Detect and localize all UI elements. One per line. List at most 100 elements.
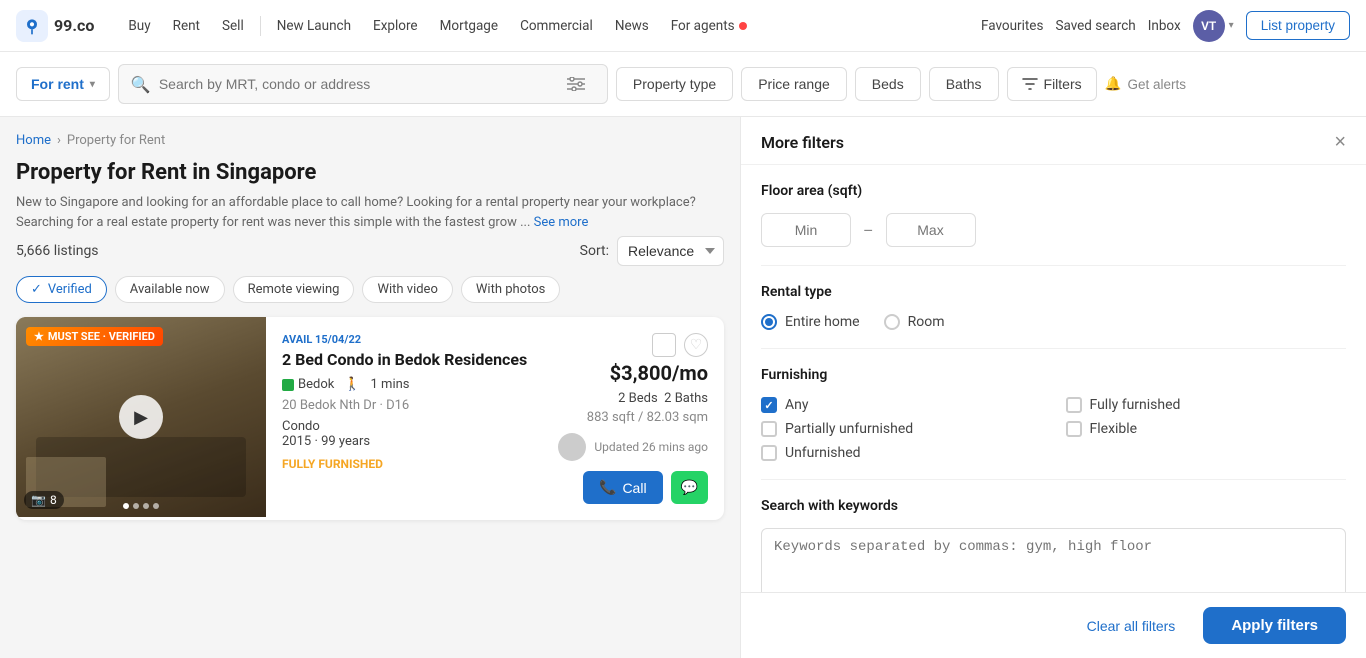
logo[interactable]: 99.co: [16, 10, 94, 42]
floor-max-input[interactable]: [886, 213, 976, 247]
nav-explore[interactable]: Explore: [363, 12, 428, 40]
img-dot: [133, 503, 139, 509]
filter-panel: More filters × Floor area (sqft) – Renta…: [740, 117, 1366, 658]
search-filter-buttons: Property type Price range Beds Baths Fil…: [616, 67, 1186, 101]
card-favourite-button[interactable]: ♡: [684, 333, 708, 357]
filter-tag-remote-viewing[interactable]: Remote viewing: [233, 276, 355, 303]
card-type: Condo 2015 · 99 years: [282, 419, 558, 449]
beds-button[interactable]: Beds: [855, 67, 921, 101]
photo-count: 📷 8: [24, 491, 64, 509]
see-more-link[interactable]: See more: [534, 215, 589, 230]
breadcrumb-current: Property for Rent: [67, 133, 165, 148]
nav-favourites[interactable]: Favourites: [981, 18, 1043, 34]
left-panel: Home › Property for Rent Property for Re…: [0, 117, 740, 658]
play-button[interactable]: ▶: [119, 395, 163, 439]
rental-type-label: Rental type: [761, 284, 1346, 300]
nav-saved-search[interactable]: Saved search: [1055, 18, 1135, 34]
clear-filters-button[interactable]: Clear all filters: [1071, 610, 1192, 642]
floor-min-input[interactable]: [761, 213, 851, 247]
list-property-button[interactable]: List property: [1246, 11, 1350, 40]
nav-inbox[interactable]: Inbox: [1148, 18, 1181, 34]
logo-text: 99.co: [54, 16, 94, 35]
property-type-button[interactable]: Property type: [616, 67, 733, 101]
card-title[interactable]: 2 Bed Condo in Bedok Residences: [282, 350, 558, 369]
nav-rent[interactable]: Rent: [163, 12, 210, 40]
agent-info: [558, 433, 586, 461]
radio-room: [884, 314, 900, 330]
sort-controls: Sort: Relevance: [580, 236, 724, 266]
nav-sell[interactable]: Sell: [212, 12, 254, 40]
card-compare-checkbox[interactable]: [652, 333, 676, 357]
notification-dot: [739, 22, 747, 30]
filter-panel-header: More filters ×: [741, 117, 1366, 165]
filter-panel-body: Floor area (sqft) – Rental type Entire h…: [741, 165, 1366, 592]
keywords-section: Search with keywords: [761, 480, 1346, 592]
floor-area-section: Floor area (sqft) –: [761, 165, 1346, 266]
floor-dash: –: [863, 221, 874, 240]
checkbox-fully-furnished: [1066, 397, 1082, 413]
page-description: New to Singapore and looking for an affo…: [16, 193, 724, 232]
card-image-wrapper: ★ MUST SEE · VERIFIED ▶ 📷 8: [16, 317, 266, 517]
search-input-wrap: 🔍: [118, 64, 608, 104]
furnishing-section: Furnishing Any Fully furnished Partially…: [761, 349, 1346, 480]
search-input[interactable]: [159, 76, 553, 92]
card-price-area: ♡ $3,800/mo 2 Beds 2 Baths 883 sqft / 82…: [558, 333, 708, 504]
filters-button[interactable]: Filters: [1007, 67, 1097, 101]
furnishing-unfurnished[interactable]: Unfurnished: [761, 445, 1042, 461]
get-alerts-button[interactable]: 🔔 Get alerts: [1105, 76, 1186, 92]
nav-divider-1: [260, 16, 261, 36]
furnishing-any[interactable]: Any: [761, 397, 1042, 413]
nav-mortgage[interactable]: Mortgage: [430, 12, 508, 40]
chevron-down-icon: ▾: [90, 79, 95, 90]
price-range-button[interactable]: Price range: [741, 67, 847, 101]
listing-card: ★ MUST SEE · VERIFIED ▶ 📷 8: [16, 317, 724, 520]
image-dots: [123, 503, 159, 509]
baths-button[interactable]: Baths: [929, 67, 999, 101]
checkbox-flexible: [1066, 421, 1082, 437]
card-updated: Updated 26 mins ago: [594, 440, 708, 454]
keywords-input[interactable]: [761, 528, 1346, 592]
whatsapp-button[interactable]: 💬: [671, 471, 708, 504]
filter-tag-available-now[interactable]: Available now: [115, 276, 225, 303]
floor-area-row: –: [761, 213, 1346, 247]
card-beds-baths: 2 Beds 2 Baths: [558, 391, 708, 406]
search-bar: For rent ▾ 🔍 Property type Price range B…: [0, 52, 1366, 117]
listings-count: 5,666 listings: [16, 243, 99, 259]
floor-area-label: Floor area (sqft): [761, 183, 1346, 199]
furnishing-partially-unfurnished[interactable]: Partially unfurnished: [761, 421, 1042, 437]
chevron-down-icon: ▾: [1229, 20, 1234, 31]
mrt-badge: [282, 379, 294, 391]
filter-tag-verified[interactable]: ✓ Verified: [16, 276, 107, 303]
checkbox-unfurnished: [761, 445, 777, 461]
filter-lines-button[interactable]: [557, 65, 595, 103]
nav-for-agents[interactable]: For agents: [661, 12, 757, 40]
user-avatar: VT: [1193, 10, 1225, 42]
close-button[interactable]: ×: [1334, 131, 1346, 154]
furnishing-flexible[interactable]: Flexible: [1066, 421, 1347, 437]
nav-commercial[interactable]: Commercial: [510, 12, 603, 40]
filter-tag-with-video[interactable]: With video: [362, 276, 452, 303]
user-menu[interactable]: VT ▾: [1193, 10, 1234, 42]
rental-type-section: Rental type Entire home Room: [761, 266, 1346, 349]
nav-new-launch[interactable]: New Launch: [267, 12, 361, 40]
walk-icon: 🚶: [344, 377, 360, 392]
sort-label: Sort:: [580, 243, 609, 259]
rental-type-room[interactable]: Room: [884, 314, 945, 330]
sort-row: 5,666 listings Sort: Relevance: [16, 236, 724, 266]
breadcrumb-home[interactable]: Home: [16, 133, 51, 148]
card-availability: AVAIL 15/04/22: [282, 333, 558, 346]
for-rent-button[interactable]: For rent ▾: [16, 67, 110, 101]
breadcrumb-chevron: ›: [57, 133, 61, 148]
nav-news[interactable]: News: [605, 12, 659, 40]
filter-tag-with-photos[interactable]: With photos: [461, 276, 560, 303]
sort-select[interactable]: Relevance: [617, 236, 724, 266]
mrt-indicator: Bedok: [282, 377, 334, 392]
filter-tags: ✓ Verified Available now Remote viewing …: [16, 276, 724, 303]
furnishing-fully-furnished[interactable]: Fully furnished: [1066, 397, 1347, 413]
card-address: 20 Bedok Nth Dr · D16: [282, 398, 558, 413]
rental-type-entire-home[interactable]: Entire home: [761, 314, 860, 330]
rental-type-options: Entire home Room: [761, 314, 1346, 330]
call-button[interactable]: 📞 Call: [583, 471, 663, 504]
nav-buy[interactable]: Buy: [118, 12, 160, 40]
apply-filters-button[interactable]: Apply filters: [1203, 607, 1346, 644]
